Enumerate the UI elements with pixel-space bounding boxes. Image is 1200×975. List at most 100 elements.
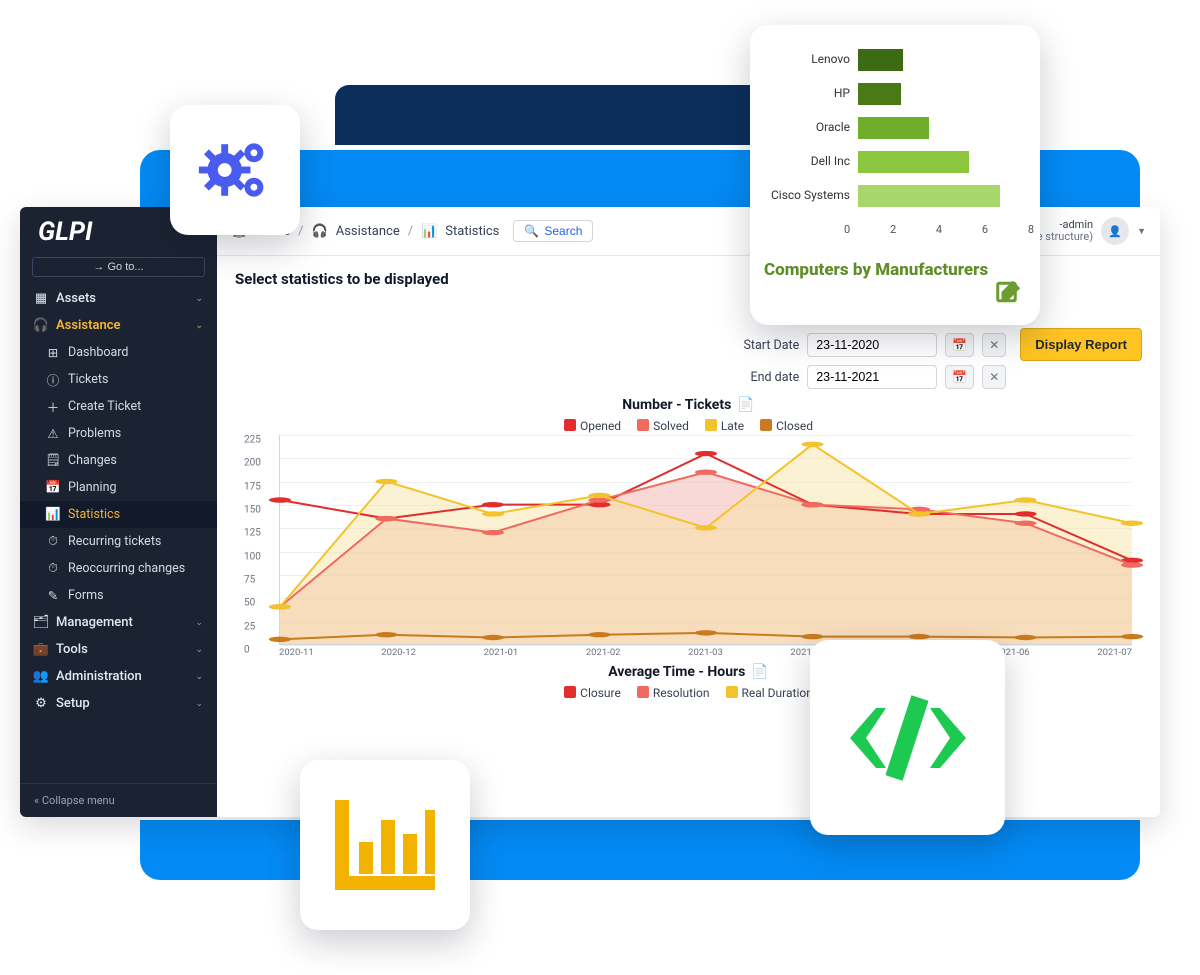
sidebar-section-management[interactable]: 🗂Management⌄: [20, 609, 217, 636]
bar-label: Cisco Systems: [771, 188, 850, 202]
calendar-icon: 📅: [952, 370, 967, 384]
bar-chart-icon: [325, 790, 445, 900]
sidebar-item-forms[interactable]: ✎ Forms: [20, 582, 217, 609]
bar-label: Oracle: [816, 120, 850, 134]
sidebar-item-label: Forms: [68, 588, 104, 603]
document-icon: 📄: [737, 397, 754, 413]
bar-card-title: Computers by Manufacturers: [764, 261, 1026, 281]
decorative-card-gears: [170, 105, 300, 235]
goto-button[interactable]: → Go to...: [32, 257, 205, 277]
bar: [858, 151, 969, 173]
legend-item: Resolution: [637, 686, 710, 700]
chart1-title: Number - Tickets: [622, 397, 731, 413]
code-icon: [838, 678, 978, 798]
sidebar-section-label: Assistance: [56, 318, 121, 333]
legend-item: Real Duration: [726, 686, 813, 700]
goto-label: Go to...: [107, 261, 143, 273]
edit-icon: ✎: [46, 589, 60, 603]
headset-icon: 🎧: [34, 319, 48, 333]
breadcrumb-statistics: Statistics: [445, 224, 499, 239]
sidebar-item-reoccurring-changes[interactable]: ⏱Reoccurring changes: [20, 555, 217, 582]
bar-chart: LenovoHPOracleDell IncCisco Systems: [858, 41, 1020, 221]
sidebar-item-label: Create Ticket: [68, 399, 141, 414]
sidebar-section-assistance[interactable]: 🎧Assistance⌄: [20, 312, 217, 339]
y-tick: 150: [244, 505, 261, 516]
y-tick: 100: [244, 551, 261, 562]
sidebar-item-changes[interactable]: 🗒Changes: [20, 447, 217, 474]
sidebar-item-tickets[interactable]: ⓘTickets: [20, 366, 217, 393]
display-report-button[interactable]: Display Report: [1020, 328, 1142, 361]
crumb-sep: /: [408, 224, 413, 239]
bar-label: HP: [834, 86, 850, 100]
decorative-card-code: [810, 640, 1005, 835]
y-tick: 200: [244, 458, 261, 469]
y-tick: 25: [244, 621, 255, 632]
legend-swatch: [564, 419, 576, 431]
sidebar-section-label: Setup: [56, 696, 90, 711]
sidebar-section-tools[interactable]: 💼Tools⌄: [20, 636, 217, 663]
avatar: 👤: [1101, 217, 1129, 245]
legend-item: Closure: [564, 686, 621, 700]
stats-icon: 📊: [46, 508, 60, 522]
sidebar-item-statistics[interactable]: 📊 Statistics: [20, 501, 217, 528]
sidebar-section-setup[interactable]: ⚙Setup⌄: [20, 690, 217, 717]
end-date-input[interactable]: [807, 365, 937, 389]
legend-item: Late: [705, 419, 744, 433]
close-icon: ✕: [989, 370, 999, 384]
sidebar-item-label: Planning: [68, 480, 117, 495]
legend-swatch: [760, 419, 772, 431]
y-tick: 225: [244, 435, 261, 446]
bar-label: Dell Inc: [811, 154, 850, 168]
sidebar-item-label: Statistics: [68, 507, 120, 522]
end-date-clear-button[interactable]: ✕: [982, 365, 1006, 389]
end-date-calendar-button[interactable]: 📅: [945, 365, 974, 389]
x-tick: 6: [982, 223, 988, 241]
x-tick: 2021-01: [484, 647, 519, 658]
chevron-down-icon: ⌄: [195, 294, 203, 304]
breadcrumb-assistance[interactable]: Assistance: [336, 224, 400, 239]
legend-item: Opened: [564, 419, 621, 433]
sidebar-section-label: Management: [56, 615, 133, 630]
close-icon: ✕: [989, 338, 999, 352]
legend-swatch: [564, 686, 576, 698]
search-icon: 🔍: [524, 224, 539, 238]
x-tick: 4: [936, 223, 942, 241]
search-button[interactable]: 🔍 Search: [513, 220, 593, 242]
bar-chart-axis: 02468: [844, 223, 1034, 241]
chart-number-tickets: Number - Tickets 📄 OpenedSolvedLateClose…: [235, 397, 1142, 658]
search-label: Search: [544, 224, 582, 238]
bar: [858, 83, 901, 105]
warning-icon: ⚠: [46, 427, 60, 441]
bar: [858, 49, 903, 71]
sidebar-item-problems[interactable]: ⚠Problems: [20, 420, 217, 447]
sidebar-item-label: Recurring tickets: [68, 534, 161, 549]
sidebar: GLPI → Go to... ▦Assets⌄🎧Assistance⌄⊞Das…: [20, 207, 217, 817]
edit-icon[interactable]: [994, 277, 1024, 311]
chevron-down-icon: ▼: [1137, 226, 1146, 237]
user-chip[interactable]: -admin ree structure) 👤 ▼: [1027, 217, 1146, 245]
sidebar-item-planning[interactable]: 📅Planning: [20, 474, 217, 501]
sidebar-item-label: Tickets: [68, 372, 108, 387]
sidebar-item-create-ticket[interactable]: ＋Create Ticket: [20, 393, 217, 420]
start-date-calendar-button[interactable]: 📅: [945, 333, 974, 357]
sidebar-item-recurring-tickets[interactable]: ⏱Recurring tickets: [20, 528, 217, 555]
start-date-clear-button[interactable]: ✕: [982, 333, 1006, 357]
chevron-down-icon: ⌄: [195, 618, 203, 628]
chart1-legend: OpenedSolvedLateClosed: [235, 419, 1142, 433]
collapse-menu[interactable]: « Collapse menu: [20, 783, 217, 817]
clipboard-icon: 🗒: [46, 454, 60, 468]
cogs-icon: ⚙: [34, 697, 48, 711]
sidebar-section-administration[interactable]: 👥Administration⌄: [20, 663, 217, 690]
start-date-input[interactable]: [807, 333, 937, 357]
x-tick: 2020-12: [381, 647, 416, 658]
y-tick: 175: [244, 481, 261, 492]
card-computers-by-manufacturers: LenovoHPOracleDell IncCisco Systems 0246…: [750, 25, 1040, 325]
sidebar-section-assets[interactable]: ▦Assets⌄: [20, 285, 217, 312]
x-tick: 2021-03: [688, 647, 723, 658]
sidebar-item-dashboard[interactable]: ⊞Dashboard: [20, 339, 217, 366]
sidebar-item-label: Dashboard: [68, 345, 128, 360]
collapse-label: Collapse menu: [42, 794, 115, 807]
grid-icon: ▦: [34, 292, 48, 306]
x-tick: 2021-02: [586, 647, 621, 658]
chevron-down-icon: ⌄: [195, 672, 203, 682]
